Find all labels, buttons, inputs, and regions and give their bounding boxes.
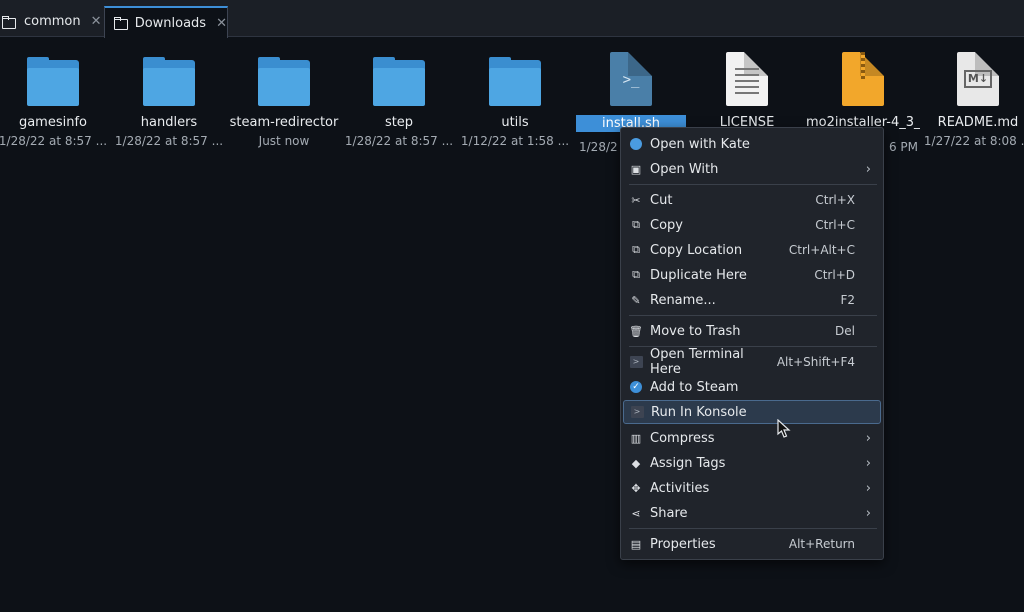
menu-item-rename[interactable]: ✎ Rename... F2 [623, 288, 881, 312]
file-item-gamesinfo[interactable]: gamesinfo 1/28/22 at 8:57 ... [0, 48, 110, 148]
file-name: steam-redirector [229, 115, 339, 130]
close-icon[interactable]: ✕ [216, 16, 227, 31]
file-item-license[interactable]: LICENSE [690, 48, 804, 134]
folder-icon [2, 15, 16, 29]
archive-file-icon [842, 52, 884, 106]
chevron-right-icon: › [865, 505, 871, 521]
menu-item-open-terminal-here[interactable]: > Open Terminal Here Alt+Shift+F4 [623, 347, 881, 377]
konsole-icon: > [630, 405, 644, 419]
chevron-right-icon: › [865, 455, 871, 471]
menu-item-copy-location[interactable]: ⧉ Copy Location Ctrl+Alt+C [623, 238, 881, 262]
shortcut: Alt+Shift+F4 [776, 355, 855, 369]
copy-location-icon: ⧉ [632, 243, 640, 256]
shortcut: F2 [840, 293, 855, 307]
markdown-file-icon: M↓ [957, 52, 999, 106]
file-name: step [384, 115, 414, 130]
close-icon[interactable]: ✕ [91, 14, 102, 29]
context-menu: Open with Kate ▣ Open With › ✂ Cut Ctrl+… [620, 127, 884, 560]
tab-label: common [24, 14, 81, 29]
folder-icon [373, 57, 425, 106]
folder-icon [143, 57, 195, 106]
file-item-utils[interactable]: utils 1/12/22 at 1:58 ... [458, 48, 572, 148]
menu-item-copy[interactable]: ⧉ Copy Ctrl+C [623, 213, 881, 237]
tab-common[interactable]: common ✕ [0, 6, 102, 37]
menu-item-activities[interactable]: ✥ Activities › [623, 476, 881, 500]
activities-icon: ✥ [631, 481, 641, 495]
chevron-right-icon: › [865, 430, 871, 446]
file-date: 1/12/22 at 1:58 ... [460, 134, 570, 148]
shortcut: Alt+Return [788, 537, 855, 551]
copy-icon: ⧉ [632, 218, 640, 231]
folder-icon [27, 57, 79, 106]
open-with-icon: ▣ [630, 162, 642, 176]
share-icon: ⋖ [631, 506, 641, 520]
shortcut: Del [835, 324, 855, 338]
menu-item-move-to-trash[interactable]: 🗑 Move to Trash Del [623, 319, 881, 343]
script-file-icon: >_ [610, 52, 652, 106]
file-date: 1/28/22 at 8:57 ... [114, 134, 224, 148]
menu-item-open-with[interactable]: ▣ Open With › [623, 157, 881, 181]
menu-item-compress[interactable]: ▥ Compress › [623, 426, 881, 450]
menu-item-properties[interactable]: ▤ Properties Alt+Return [623, 532, 881, 556]
folder-icon [489, 57, 541, 106]
pencil-icon: ✎ [631, 293, 641, 307]
tab-bar: common ✕ Downloads ✕ [0, 0, 1024, 38]
file-date: 1/27/22 at 8:08 ... [923, 134, 1024, 148]
file-name: utils [501, 115, 529, 130]
shortcut: Ctrl+C [815, 218, 855, 232]
file-date: 1/28/22 at 8:57 ... [344, 134, 454, 148]
menu-item-run-in-konsole[interactable]: > Run In Konsole [623, 400, 881, 424]
mouse-cursor-icon [777, 419, 791, 438]
kate-icon [629, 137, 643, 151]
tab-downloads[interactable]: Downloads ✕ [104, 6, 228, 38]
file-item-handlers[interactable]: handlers 1/28/22 at 8:57 ... [112, 48, 226, 148]
menu-item-share[interactable]: ⋖ Share › [623, 501, 881, 525]
steam-check-icon: ✓ [629, 380, 643, 394]
file-date: 1/28/22 at 8:57 ... [0, 134, 108, 148]
trash-icon: 🗑 [629, 324, 643, 338]
shortcut: Ctrl+Alt+C [788, 243, 855, 257]
menu-item-add-to-steam[interactable]: ✓ Add to Steam [623, 375, 881, 399]
scissors-icon: ✂ [631, 193, 641, 207]
shortcut: Ctrl+X [815, 193, 855, 207]
menu-item-assign-tags[interactable]: ◆ Assign Tags › [623, 451, 881, 475]
file-name: gamesinfo [18, 115, 88, 130]
menu-item-cut[interactable]: ✂ Cut Ctrl+X [623, 188, 881, 212]
menu-separator [629, 315, 877, 316]
file-item-readme[interactable]: M↓ README.md 1/27/22 at 8:08 ... [921, 48, 1024, 148]
folder-icon [258, 57, 310, 106]
chevron-right-icon: › [865, 161, 871, 177]
menu-separator [629, 184, 877, 185]
tag-icon: ◆ [631, 456, 641, 470]
shortcut: Ctrl+D [814, 268, 855, 282]
compress-icon: ▥ [630, 431, 642, 445]
tab-label: Downloads [134, 15, 207, 31]
menu-item-open-with-kate[interactable]: Open with Kate [623, 132, 881, 156]
text-file-icon [726, 52, 768, 106]
file-name: README.md [937, 115, 1019, 130]
properties-icon: ▤ [630, 537, 642, 551]
duplicate-icon: ⧉ [632, 268, 640, 281]
terminal-icon: > [629, 355, 643, 369]
folder-icon [114, 17, 128, 30]
chevron-right-icon: › [865, 480, 871, 496]
file-item-steam-redirector[interactable]: steam-redirector Just now [227, 48, 341, 148]
menu-item-duplicate-here[interactable]: ⧉ Duplicate Here Ctrl+D [623, 263, 881, 287]
menu-separator [629, 528, 877, 529]
file-item-step[interactable]: step 1/28/22 at 8:57 ... [342, 48, 456, 148]
file-date: Just now [258, 134, 310, 148]
file-name: handlers [140, 115, 198, 130]
